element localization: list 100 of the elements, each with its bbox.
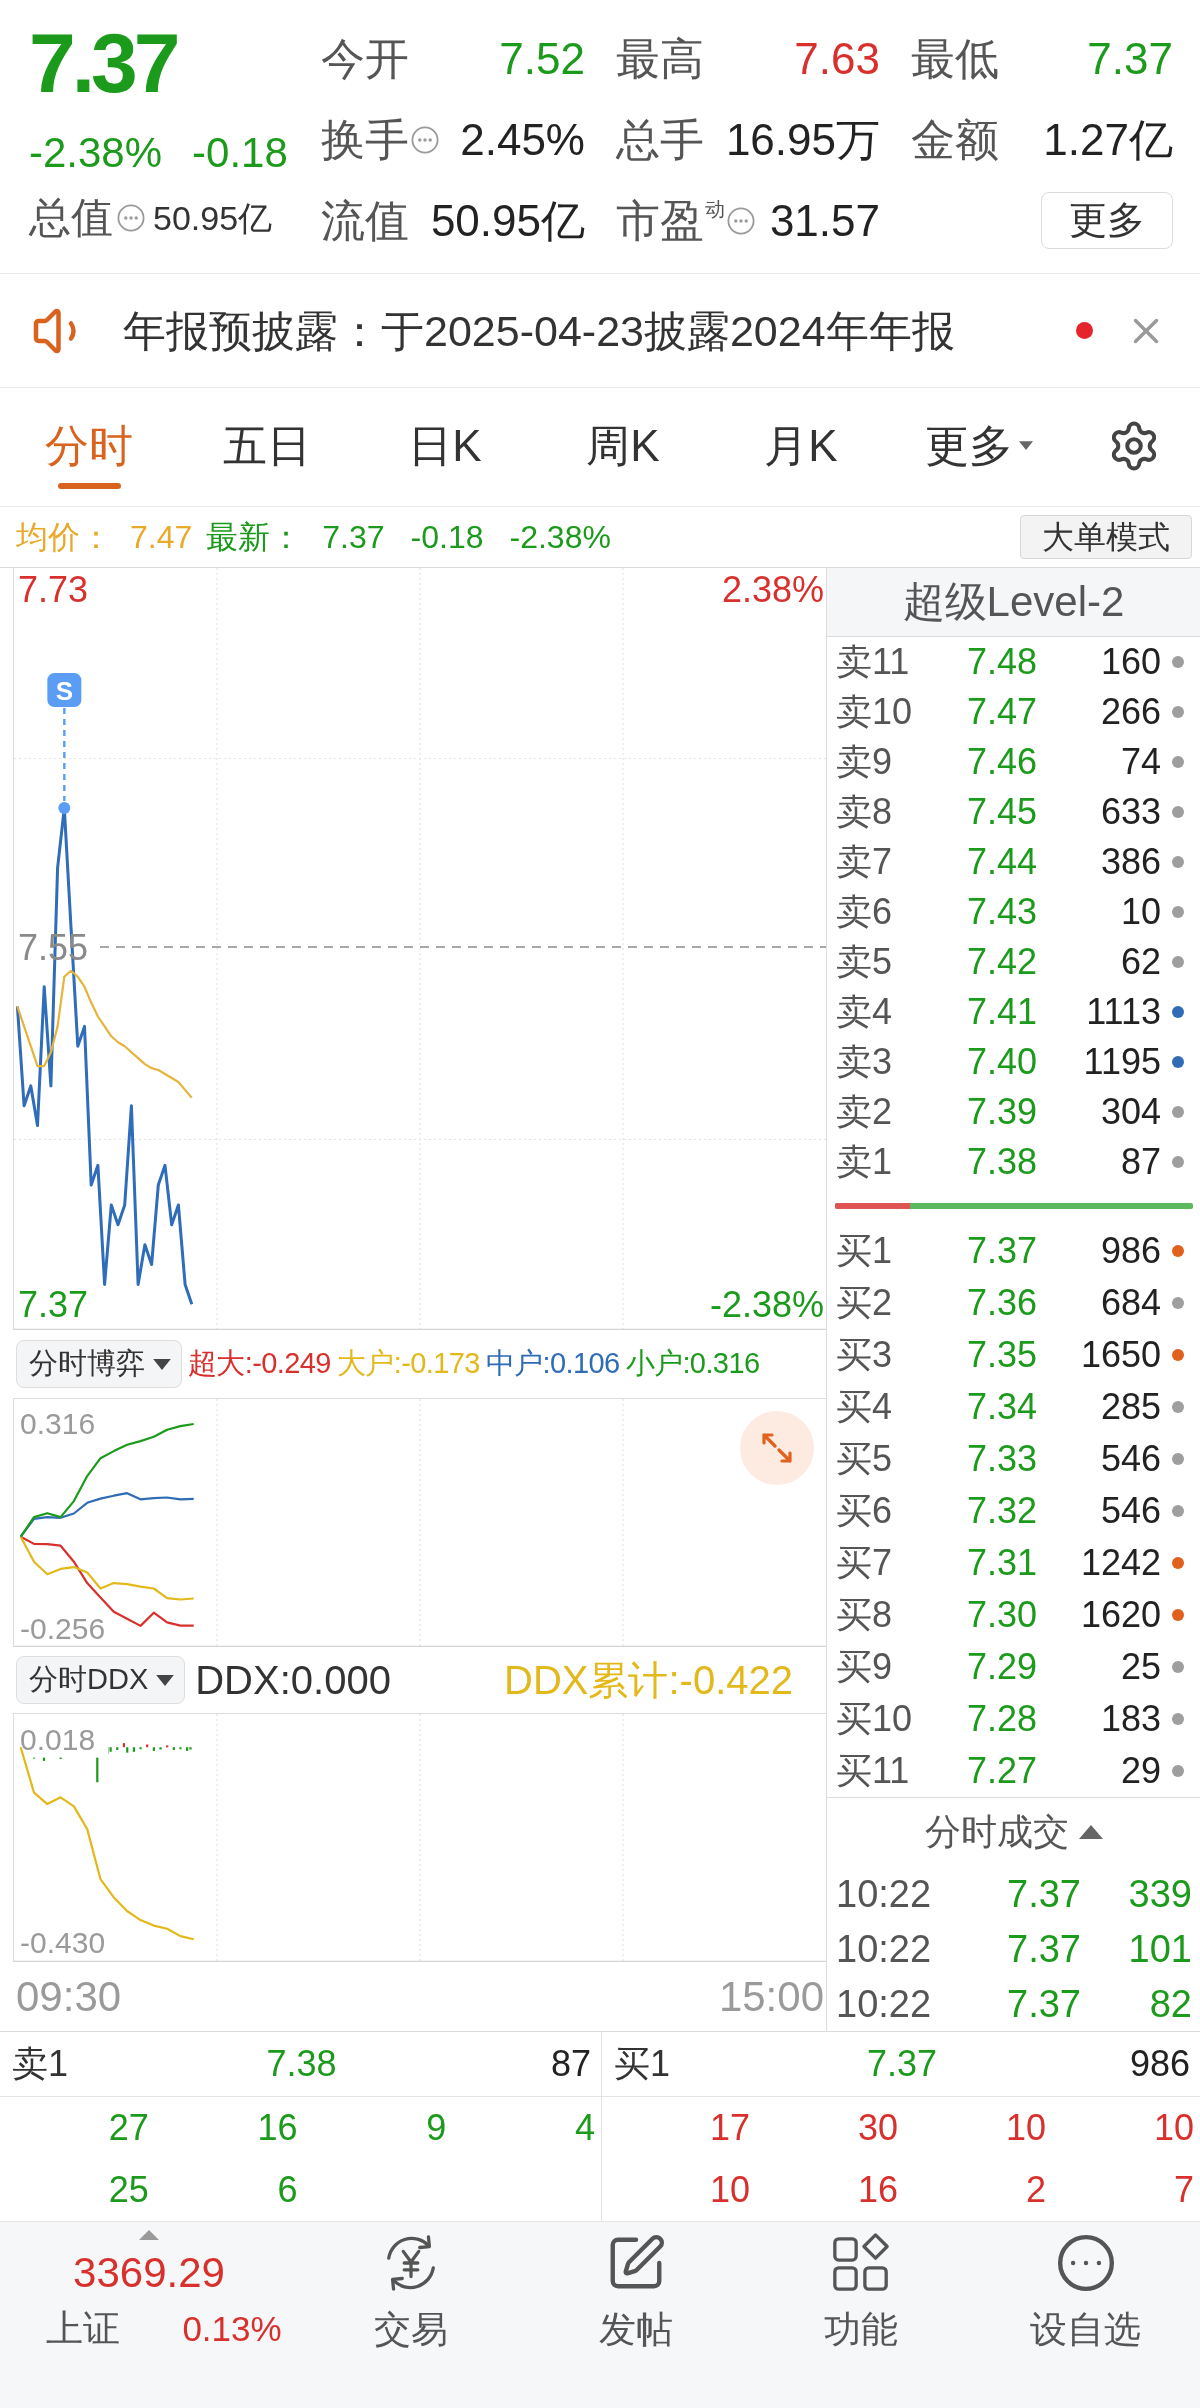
chart-tab[interactable]: 更多 <box>890 388 1068 506</box>
order-volume: 25 <box>1120 1646 1161 1688</box>
stat-value: 1.27亿 <box>1043 113 1173 166</box>
order-volume: 1650 <box>1080 1334 1161 1376</box>
trade-button[interactable]: 交易 <box>298 2222 523 2408</box>
order-volume: 266 <box>1100 691 1161 733</box>
queue-order-size: 16 <box>857 2169 898 2211</box>
order-price: 7.35 <box>966 1334 1037 1376</box>
order-volume: 160 <box>1100 641 1161 683</box>
queue-order-size: 10 <box>1005 2107 1046 2149</box>
trade-price: 7.37 <box>1007 1926 1081 1971</box>
order-book-title: 超级Level-2 <box>902 577 1125 627</box>
chart-tab[interactable]: 日K <box>356 388 534 506</box>
order-level-label: 买2 <box>836 1282 893 1324</box>
large-order-mode-button[interactable]: 大单模式 <box>1020 515 1192 559</box>
queue-order-size: 4 <box>574 2107 595 2149</box>
chart-tab[interactable]: 周K <box>534 388 712 506</box>
queue-volume: 986 <box>1129 2043 1190 2085</box>
change-amount: -0.18 <box>192 128 288 178</box>
add-to-watchlist-button[interactable]: 设自选 <box>973 2222 1198 2408</box>
functions-button[interactable]: 功能 <box>748 2222 973 2408</box>
change-percent: -2.38% <box>509 518 611 557</box>
order-price: 7.33 <box>966 1438 1037 1480</box>
chart-tab[interactable]: 分时 <box>0 388 178 506</box>
order-price: 7.46 <box>966 741 1037 783</box>
order-price: 7.28 <box>966 1698 1037 1740</box>
index-name[interactable]: 上证 <box>46 2304 121 2354</box>
queue-order-size: 16 <box>257 2107 298 2149</box>
stat-label: 今开 <box>321 32 409 85</box>
stat-value: 31.57 <box>769 194 880 247</box>
caret-down-icon <box>1019 441 1033 450</box>
queue-order-size: 7 <box>1173 2169 1194 2211</box>
legend-item: 大户:-0.173 <box>336 1346 480 1381</box>
caret-up-icon[interactable] <box>139 2230 159 2240</box>
order-price: 7.41 <box>966 991 1037 1033</box>
ellipsis-circle-icon[interactable] <box>117 204 145 232</box>
order-level-label: 卖6 <box>836 891 893 933</box>
post-button[interactable]: 发帖 <box>523 2222 748 2408</box>
order-price: 7.42 <box>966 941 1037 983</box>
trade-time: 10:22 <box>836 1926 932 1971</box>
more-button[interactable]: 更多 <box>1041 192 1173 249</box>
order-volume: 62 <box>1120 941 1161 983</box>
order-volume: 546 <box>1100 1438 1161 1480</box>
time-axis-label: 09:30 <box>16 1972 122 2021</box>
order-volume: 986 <box>1100 1230 1161 1272</box>
trade-price: 7.37 <box>1007 1871 1081 1916</box>
chart-tab[interactable]: 月K <box>712 388 890 506</box>
order-price: 7.37 <box>966 1230 1037 1272</box>
order-level-label: 买7 <box>836 1542 893 1584</box>
caret-up-icon <box>1078 1825 1103 1839</box>
stat-value: 50.95亿 <box>153 198 273 238</box>
index-change[interactable]: 0.13% <box>182 2309 282 2349</box>
expand-icon[interactable] <box>740 1411 814 1485</box>
chart-tab[interactable]: 五日 <box>178 388 356 506</box>
caret-down-icon <box>153 1358 171 1370</box>
order-price: 7.29 <box>966 1646 1037 1688</box>
legend-item: 中户:0.106 <box>485 1346 620 1381</box>
order-price: 7.31 <box>966 1542 1037 1584</box>
ellipsis-circle-icon[interactable] <box>727 206 755 235</box>
order-price: 7.34 <box>966 1386 1037 1428</box>
queue-price: 7.37 <box>866 2043 938 2085</box>
y-axis-label: 0.018 <box>20 1722 96 1756</box>
stat-value: 50.95亿 <box>430 194 585 247</box>
order-volume: 1620 <box>1080 1594 1161 1636</box>
ddx-reading: DDX:0.000 <box>195 1657 391 1703</box>
trade-volume: 82 <box>1149 1981 1192 2026</box>
y-axis-label: -0.256 <box>20 1611 106 1645</box>
order-volume: 633 <box>1100 791 1161 833</box>
order-volume: 386 <box>1100 841 1161 883</box>
indicator-selector[interactable]: 分时博弈 <box>16 1340 182 1388</box>
notice-text[interactable]: 年报预披露：于2025-04-23披露2024年年报 <box>123 304 955 357</box>
caret-down-icon <box>156 1674 175 1686</box>
stat-value: 2.45% <box>460 113 585 166</box>
order-volume: 29 <box>1120 1750 1161 1792</box>
average-price-value: 7.47 <box>130 518 193 557</box>
trades-toggle[interactable]: 分时成交 <box>924 1807 1103 1857</box>
percent-axis-label: 2.38% <box>721 569 824 611</box>
stat-label: 最低 <box>911 32 999 85</box>
stat-label: 最高 <box>616 32 704 85</box>
index-value[interactable]: 3369.29 <box>73 2248 225 2298</box>
order-price: 7.48 <box>966 641 1037 683</box>
y-axis-label: -0.430 <box>20 1926 106 1960</box>
ellipsis-circle-icon[interactable] <box>411 125 439 154</box>
legend-item: 超大:-0.249 <box>188 1346 331 1381</box>
point-marker-icon <box>58 802 71 815</box>
order-price: 7.39 <box>966 1091 1037 1133</box>
change-amount: -0.18 <box>410 518 484 557</box>
order-level-label: 买3 <box>836 1334 893 1376</box>
time-axis-label: 15:00 <box>718 1972 824 2021</box>
order-price: 7.27 <box>966 1750 1037 1792</box>
queue-order-size: 2 <box>1025 2169 1046 2211</box>
order-level-label: 买5 <box>836 1438 893 1480</box>
queue-order-size: 10 <box>1153 2107 1194 2149</box>
stat-label: 金额 <box>911 113 999 166</box>
latest-price-label: 最新： <box>206 518 303 557</box>
queue-order-size: 17 <box>709 2107 750 2149</box>
order-level-label: 买10 <box>836 1698 913 1740</box>
indicator-selector[interactable]: 分时DDX <box>16 1656 186 1704</box>
stat-label: 流值 <box>321 194 409 247</box>
order-volume: 87 <box>1120 1141 1161 1183</box>
